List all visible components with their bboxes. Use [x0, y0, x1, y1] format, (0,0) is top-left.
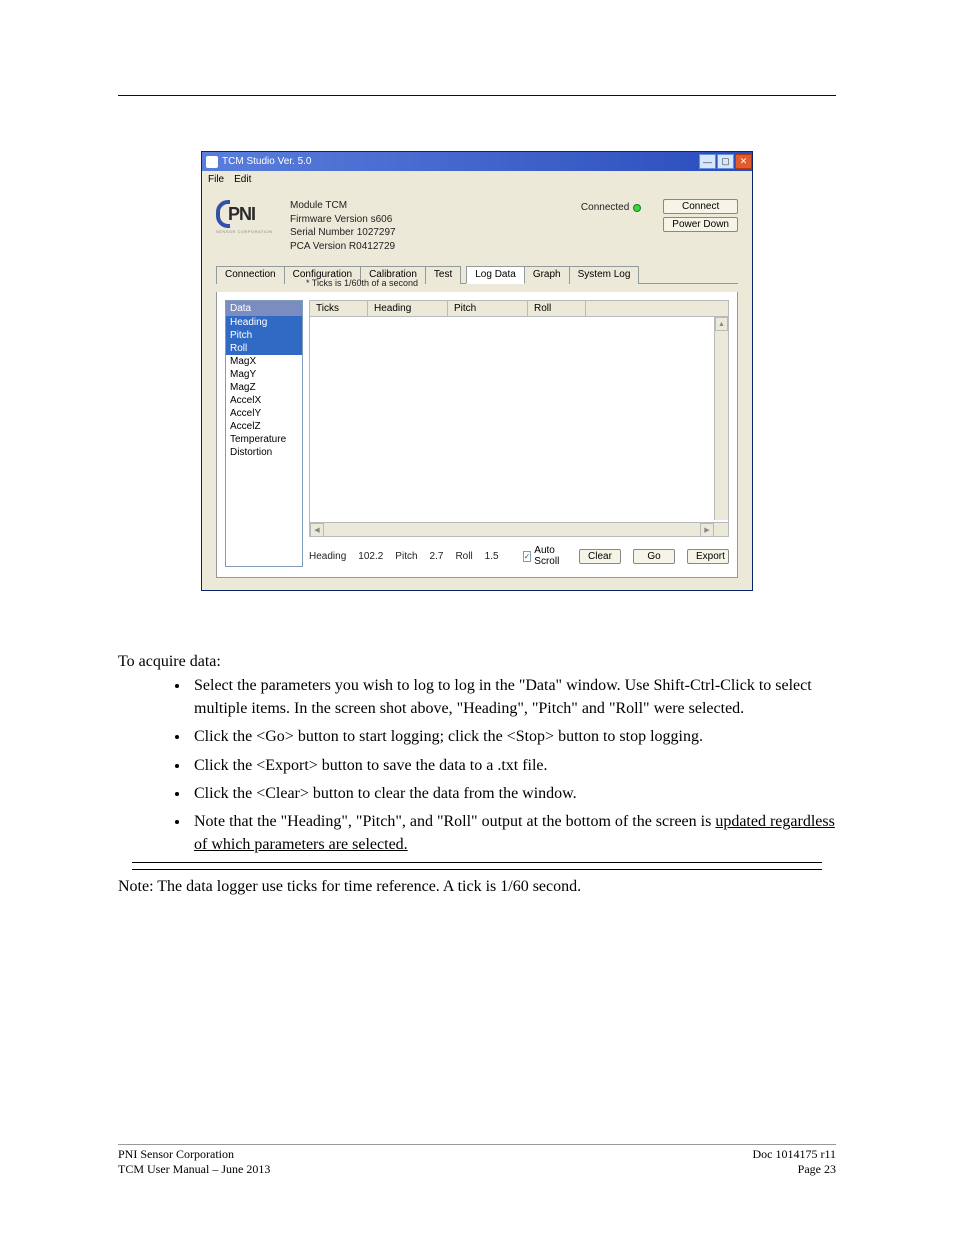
logo-tagline: SENSOR CORPORATION	[216, 229, 273, 234]
status-heading-value: 102.2	[358, 551, 383, 562]
list-item[interactable]: AccelY	[226, 407, 302, 420]
list-item[interactable]: AccelZ	[226, 420, 302, 433]
connected-led-icon	[633, 204, 641, 212]
scroll-up-icon[interactable]: ▲	[715, 317, 728, 331]
clear-button[interactable]: Clear	[579, 549, 621, 564]
app-window: TCM Studio Ver. 5.0 — ▢ ✕ File Edit PNI …	[201, 151, 753, 591]
app-icon	[206, 156, 218, 168]
tab-system-log[interactable]: System Log	[569, 266, 640, 284]
ticks-footnote: * Ticks is 1/60th of a second	[306, 278, 418, 288]
module-line: Module TCM	[290, 199, 396, 213]
minimize-button[interactable]: —	[699, 154, 716, 169]
list-item[interactable]: MagX	[226, 355, 302, 368]
instruction-text: To acquire data: Select the parameters y…	[118, 651, 836, 899]
footer-doc-id: Doc 1014175 r11	[752, 1147, 836, 1162]
status-pitch-label: Pitch	[395, 551, 417, 562]
list-item[interactable]: Temperature	[226, 433, 302, 446]
export-button[interactable]: Export	[687, 549, 729, 564]
logo-text: PNI	[228, 204, 255, 225]
status-roll-value: 1.5	[485, 551, 499, 562]
serial-line: Serial Number 1027297	[290, 226, 396, 240]
text-span: " and	[571, 700, 609, 717]
divider-rule	[132, 862, 822, 863]
tab-graph[interactable]: Graph	[524, 266, 570, 284]
pca-line: PCA Version R0412729	[290, 240, 396, 254]
log-col-ticks[interactable]: Ticks	[310, 301, 368, 316]
module-info: Module TCM Firmware Version s606 Serial …	[290, 199, 396, 253]
text-span: Pitch	[538, 700, 571, 717]
text-span: were selected.	[650, 700, 745, 717]
instruction-item: Click the <Go> button to start logging; …	[190, 726, 836, 748]
maximize-button[interactable]: ▢	[717, 154, 734, 169]
status-row: Heading 102.2 Pitch 2.7 Roll 1.5 ✓ Auto …	[309, 537, 729, 567]
status-heading-label: Heading	[309, 551, 346, 562]
menu-file[interactable]: File	[208, 174, 224, 185]
go-button[interactable]: Go	[633, 549, 675, 564]
list-item[interactable]: MagZ	[226, 381, 302, 394]
log-col-spacer	[586, 301, 728, 316]
log-col-pitch[interactable]: Pitch	[448, 301, 528, 316]
horizontal-scrollbar[interactable]: ◀ ▶	[310, 522, 728, 536]
footer-page-number: Page 23	[752, 1162, 836, 1177]
status-roll-label: Roll	[455, 551, 472, 562]
footer-doc-title: TCM User Manual – June 2013	[118, 1162, 270, 1177]
instruction-item: Note that the "Heading", "Pitch", and "R…	[190, 811, 836, 856]
vertical-scrollbar[interactable]: ▲	[714, 317, 728, 520]
instruction-item: Select the parameters you wish to log to…	[190, 675, 836, 720]
text-span: output at the bottom of the screen is	[482, 813, 716, 830]
log-column-headers: Ticks Heading Pitch Roll	[309, 300, 729, 317]
log-area: Ticks Heading Pitch Roll ▲ ◀ ▶	[309, 300, 729, 567]
page-top-rule	[118, 95, 836, 96]
connection-status: Connected	[581, 202, 641, 213]
firmware-line: Firmware Version s606	[290, 213, 396, 227]
tab-log-data[interactable]: Log Data	[466, 266, 525, 284]
list-item[interactable]: Pitch	[226, 329, 302, 342]
auto-scroll-label: Auto Scroll	[534, 545, 567, 567]
text-span: Note that the "Heading", "Pitch", and "R…	[194, 813, 482, 830]
checkbox-icon: ✓	[523, 551, 532, 562]
list-item[interactable]: MagY	[226, 368, 302, 381]
status-pitch-value: 2.7	[430, 551, 444, 562]
logo: PNI SENSOR CORPORATION	[216, 199, 276, 235]
menu-bar: File Edit	[202, 171, 752, 187]
power-down-button[interactable]: Power Down	[663, 217, 738, 232]
menu-edit[interactable]: Edit	[234, 174, 251, 185]
instruction-list: Select the parameters you wish to log to…	[118, 675, 836, 856]
tab-connection[interactable]: Connection	[216, 266, 285, 284]
log-data-page: Data Heading Pitch Roll MagX MagY MagZ A…	[216, 292, 738, 578]
tab-strip: Connection Configuration Calibration Tes…	[216, 265, 738, 284]
log-col-roll[interactable]: Roll	[528, 301, 586, 316]
text-span: Select the parameters you wish to log	[194, 677, 434, 694]
connect-button[interactable]: Connect	[663, 199, 738, 214]
titlebar: TCM Studio Ver. 5.0 — ▢ ✕	[202, 152, 752, 171]
data-list-header: Data	[226, 301, 302, 316]
scroll-left-icon[interactable]: ◀	[310, 523, 324, 537]
footer-company: PNI Sensor Corporation	[118, 1147, 270, 1162]
list-item[interactable]: AccelX	[226, 394, 302, 407]
page-footer: PNI Sensor Corporation TCM User Manual –…	[118, 1144, 836, 1177]
text-span: "Roll"	[609, 700, 650, 717]
ticks-note-paragraph: Note: The data logger use ticks for time…	[118, 876, 836, 898]
list-item[interactable]: Roll	[226, 342, 302, 355]
instruction-item: Click the <Clear> button to clear the da…	[190, 783, 836, 805]
list-item[interactable]: Distortion	[226, 446, 302, 459]
scroll-right-icon[interactable]: ▶	[700, 523, 714, 537]
log-body: ▲ ◀ ▶	[309, 317, 729, 537]
text-span: to log in the "Data" window.	[434, 677, 621, 694]
intro-line: To acquire data:	[118, 651, 836, 673]
connected-label: Connected	[581, 202, 629, 213]
window-buttons: — ▢ ✕	[698, 154, 752, 169]
text-span: In the screen shot above, "Heading", "	[294, 700, 538, 717]
data-field-list[interactable]: Data Heading Pitch Roll MagX MagY MagZ A…	[225, 300, 303, 567]
close-button[interactable]: ✕	[735, 154, 752, 169]
tab-test[interactable]: Test	[425, 266, 461, 284]
log-col-heading[interactable]: Heading	[368, 301, 448, 316]
divider-rule	[132, 869, 822, 870]
instruction-item: Click the <Export> button to save the da…	[190, 755, 836, 777]
auto-scroll-checkbox[interactable]: ✓ Auto Scroll	[523, 545, 567, 567]
list-item[interactable]: Heading	[226, 316, 302, 329]
window-title: TCM Studio Ver. 5.0	[222, 156, 312, 167]
